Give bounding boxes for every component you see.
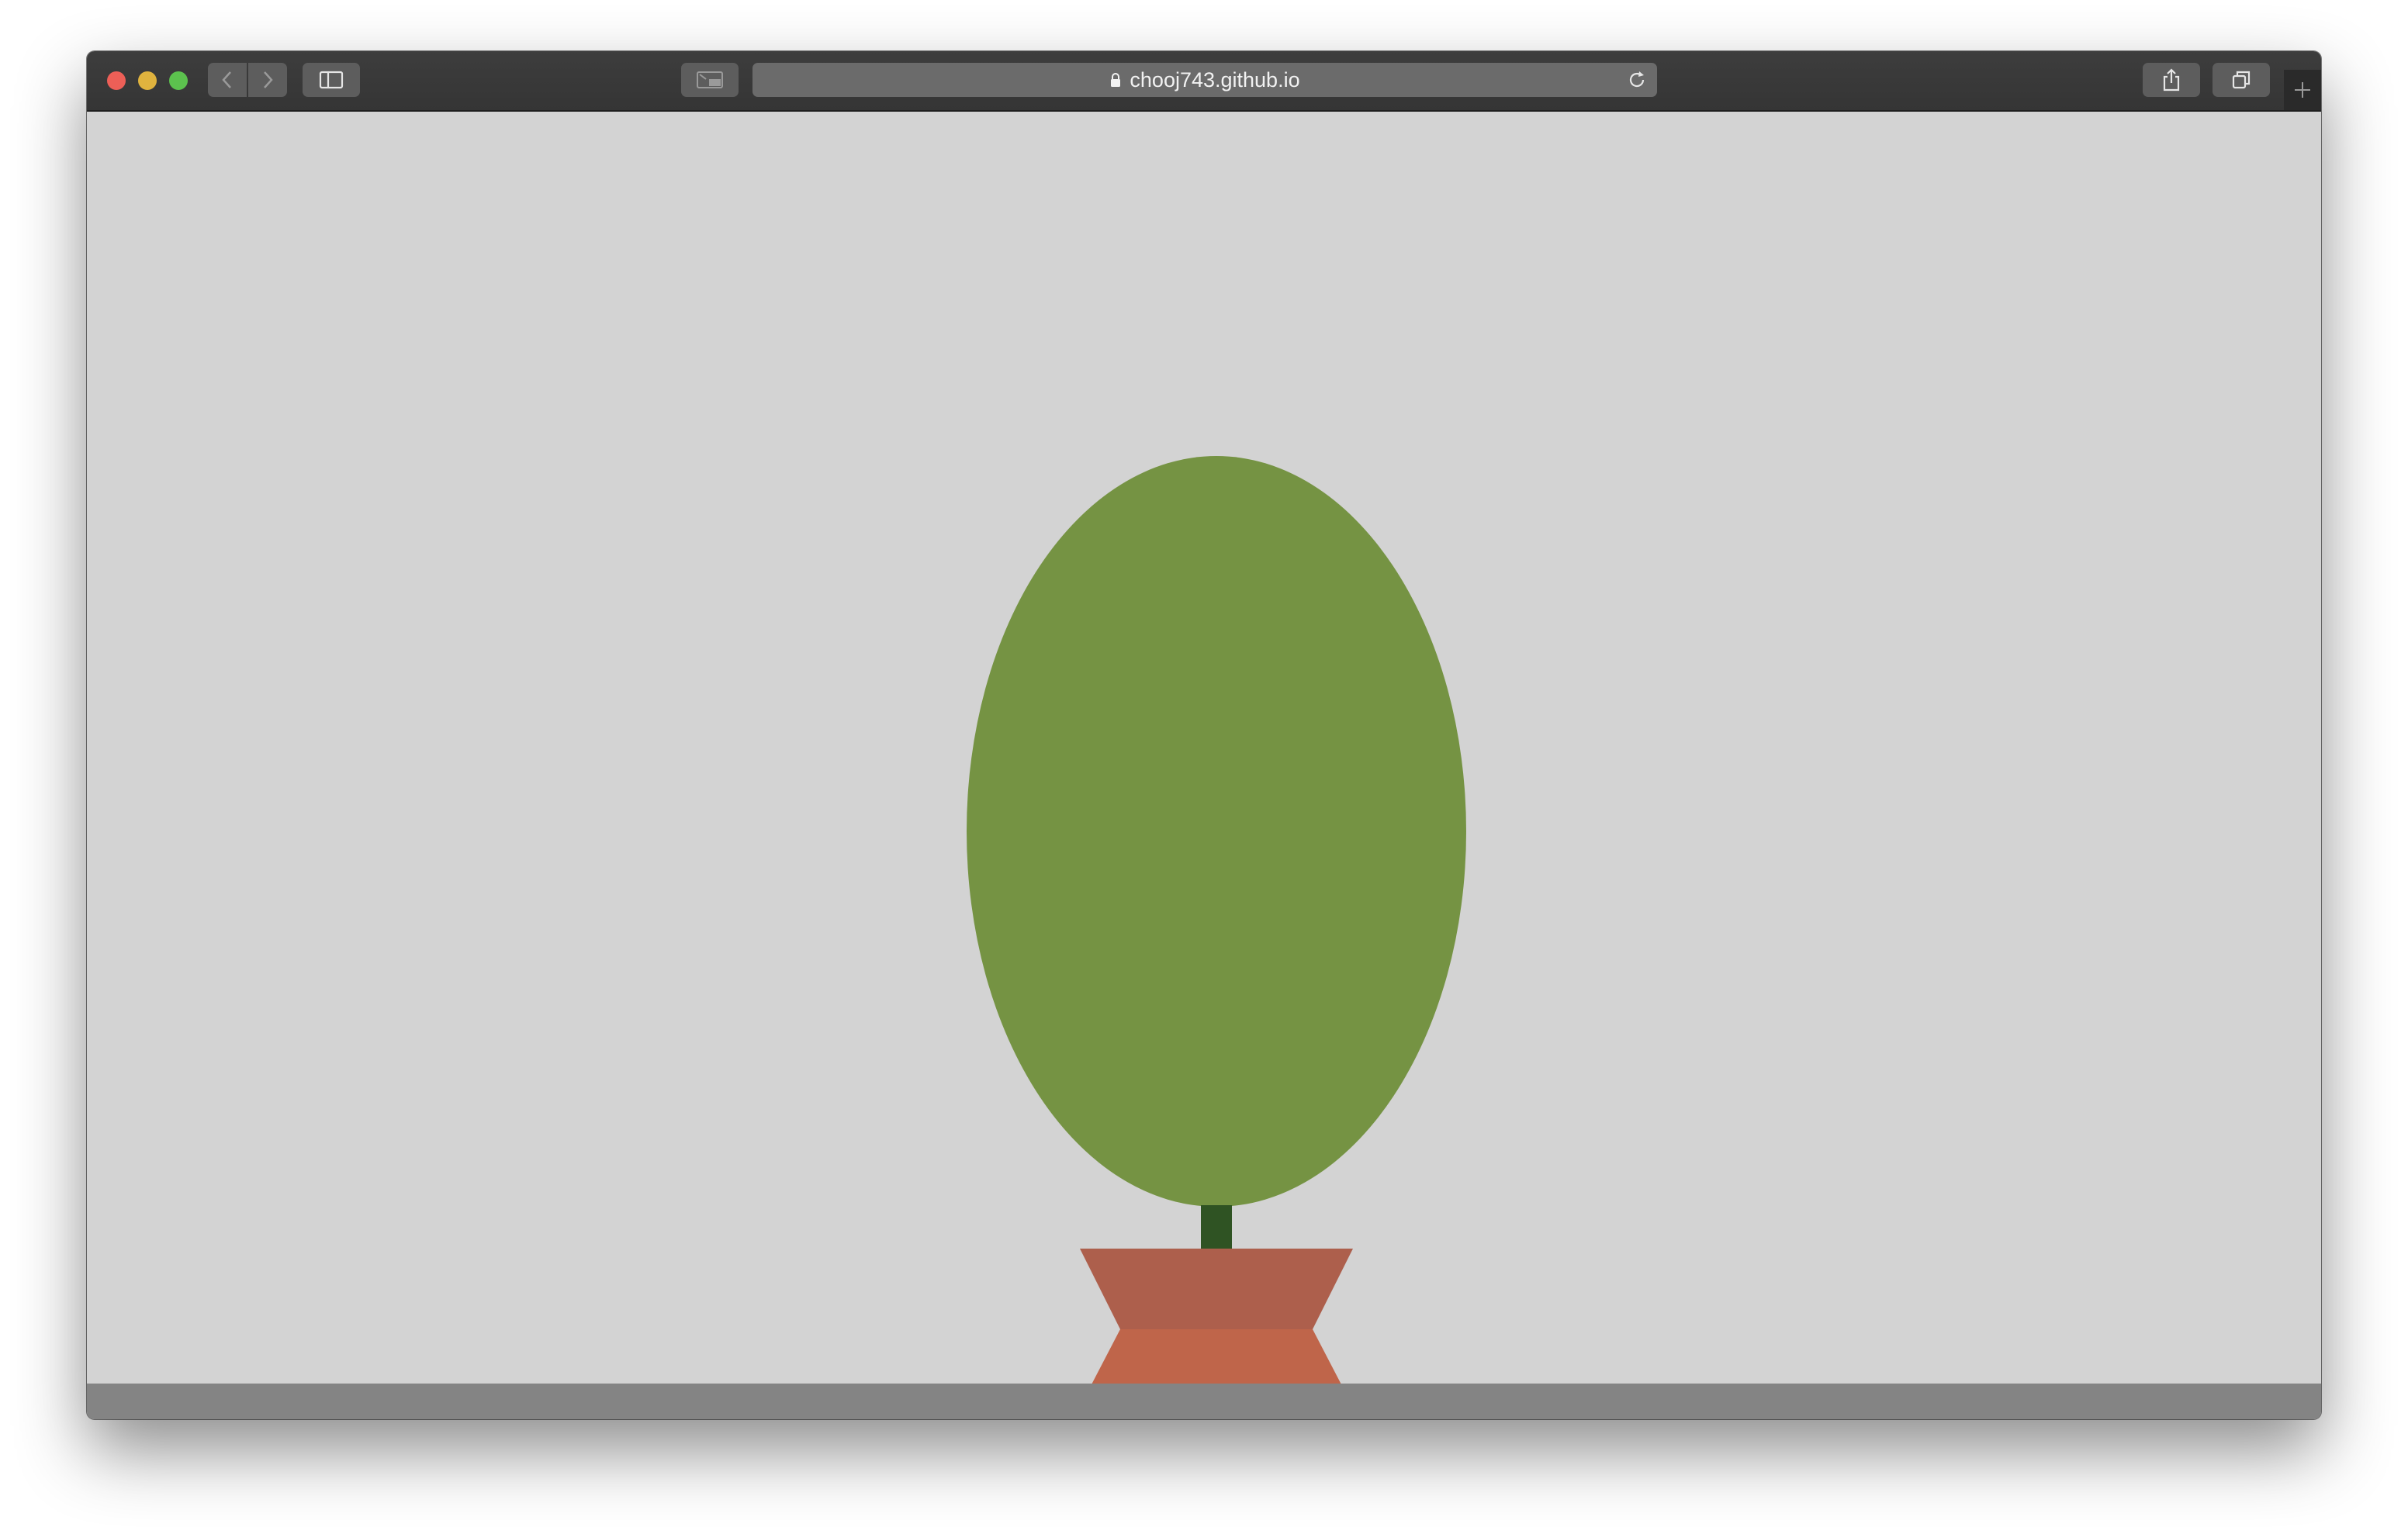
close-window-button[interactable]: [107, 71, 126, 90]
address-bar[interactable]: chooj743.github.io: [752, 63, 1657, 97]
plant-scene: [967, 456, 1466, 1384]
new-tab-button[interactable]: [2284, 70, 2321, 110]
sidebar-icon: [319, 71, 344, 89]
share-button[interactable]: [2143, 63, 2200, 97]
tree-trunk: [1201, 1205, 1232, 1249]
pot-middle-segment: [1092, 1329, 1341, 1384]
page-content: [87, 112, 2321, 1384]
back-button[interactable]: [208, 63, 247, 97]
tabs-overview-icon: [2232, 71, 2251, 89]
pot-top-segment: [1080, 1249, 1353, 1329]
floor-bar: [87, 1384, 2321, 1419]
picture-in-picture-button[interactable]: [681, 63, 739, 97]
browser-toolbar: chooj743.github.io: [87, 51, 2321, 112]
picture-in-picture-icon: [697, 71, 723, 88]
lock-icon: [1111, 73, 1121, 87]
reload-icon[interactable]: [1626, 69, 1648, 91]
sidebar-toggle-button[interactable]: [303, 63, 360, 97]
chevron-left-icon: [222, 71, 231, 88]
tree-canopy: [967, 456, 1466, 1207]
minimize-window-button[interactable]: [138, 71, 157, 90]
browser-window: chooj743.github.io: [87, 51, 2321, 1419]
chevron-right-icon: [264, 71, 273, 88]
plus-icon: [2295, 82, 2310, 98]
url-text: chooj743.github.io: [1130, 67, 1300, 92]
forward-button[interactable]: [248, 63, 287, 97]
zoom-window-button[interactable]: [169, 71, 188, 90]
tab-overview-button[interactable]: [2213, 63, 2270, 97]
share-icon: [2163, 68, 2180, 92]
